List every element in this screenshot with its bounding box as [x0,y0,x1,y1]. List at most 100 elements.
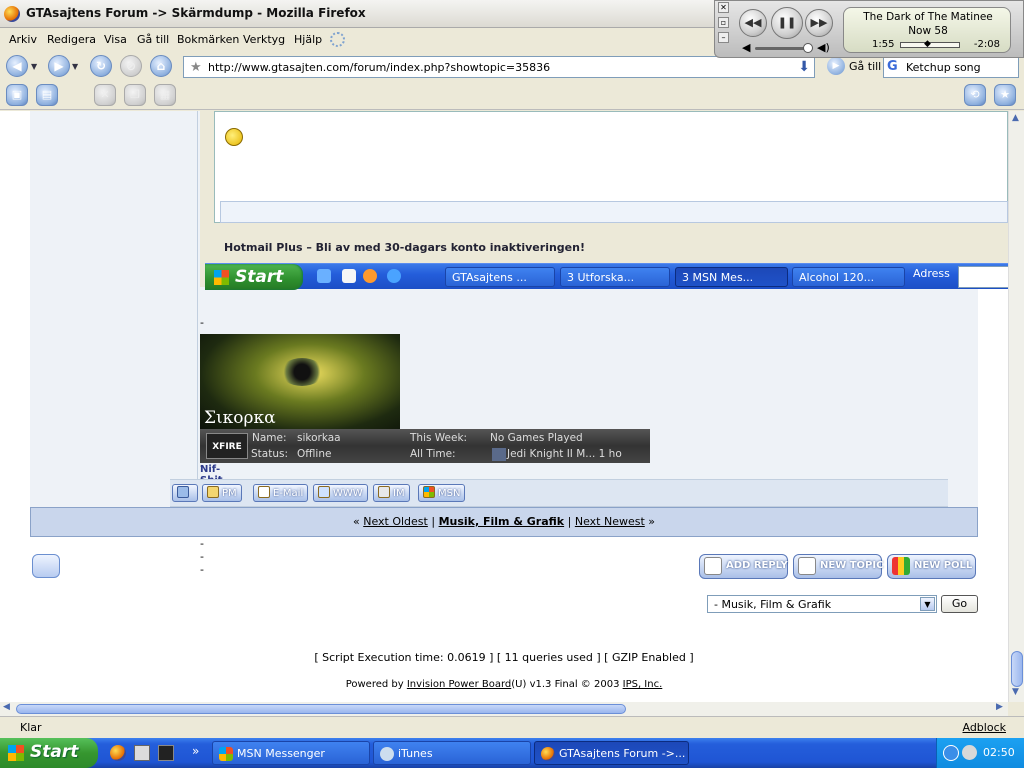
task-firefox[interactable]: GTAsajtens Forum ->... [534,741,689,765]
song-title: The Dark of The Matinee [863,11,993,23]
menu-redigera[interactable]: Redigera [47,33,96,46]
volume-slider[interactable] [755,47,809,50]
email-button[interactable]: E-Mail [253,484,309,502]
profile-button[interactable] [172,484,198,502]
firefox-quicklaunch-icon[interactable] [110,745,126,761]
menu-ga-till[interactable]: Gå till [137,33,169,46]
ipb-link[interactable]: Invision Power Board [407,679,511,690]
url-dropdown-icon[interactable]: ⬇ [798,59,810,75]
new-topic-button[interactable]: NEW TOPIC [793,554,883,579]
xfire-banner[interactable]: XFIRE Name: sikorkaa Status: Offline Thi… [200,429,650,463]
email-icon [258,486,270,498]
horizontal-scrollbar[interactable]: ◀ ▶ [0,702,1008,716]
copy-icon[interactable]: ❐ [124,84,146,106]
restore-icon[interactable]: ▫ [718,17,729,28]
scroll-up-icon[interactable]: ▲ [1012,113,1019,123]
add-reply-icon [704,557,722,575]
next-oldest-link[interactable]: Next Oldest [363,515,428,528]
screenshot-task: 3 MSN Mes... [675,267,788,287]
task-msn-messenger[interactable]: MSN Messenger [212,741,370,765]
pause-icon[interactable]: ❚❚ [771,7,803,39]
menu-arkiv[interactable]: Arkiv [9,33,37,46]
volume-high-icon: ◀) [817,41,830,54]
go-icon[interactable]: ▶ [827,57,845,75]
next-track-icon[interactable]: ▶▶ [805,9,833,37]
go-jump-button[interactable]: Go [941,595,978,613]
search-box[interactable]: G Ketchup song [883,56,1019,78]
vertical-scroll-thumb[interactable] [1011,651,1023,687]
menu-hjalp[interactable]: Hjälp [294,33,322,46]
horizontal-scroll-thumb[interactable] [16,704,626,714]
close-icon[interactable]: ✕ [718,2,729,13]
scroll-left-icon[interactable]: ◀ [3,702,10,712]
game-quicklaunch-icon[interactable] [158,745,174,761]
start-label: Start [30,742,79,762]
menu-verktyg[interactable]: Verktyg [243,33,285,46]
favorite-icon[interactable]: ★ [994,84,1016,106]
progress-knob[interactable]: ◆ [924,39,931,49]
forum-link[interactable]: Musik, Film & Grafik [439,515,565,528]
new-poll-button[interactable]: NEW POLL [887,554,976,579]
bookmark-star-icon[interactable]: ★ [190,60,202,75]
sync-icon[interactable]: ⟲ [964,84,986,106]
task-label: MSN Messenger [237,747,325,760]
add-reply-button[interactable]: ADD REPLY [699,554,788,579]
window-title: GTAsajtens Forum -> Skärmdump - Mozilla … [26,6,366,20]
menu-bokmarken[interactable]: Bokmärken [177,33,239,46]
task-itunes[interactable]: iTunes [373,741,531,765]
www-label: WWW [333,488,363,499]
start-button[interactable]: Start [0,738,98,768]
next-newest-link[interactable]: Next Newest [575,515,645,528]
url-bar[interactable]: ★ http://www.gtasajten.com/forum/index.p… [183,56,815,78]
search-input[interactable]: Ketchup song [906,61,981,74]
volume-knob[interactable] [803,43,813,53]
ips-link[interactable]: IPS, Inc. [623,679,663,690]
go-label[interactable]: Gå till [849,60,881,73]
www-button[interactable]: WWW [313,484,368,502]
remaining-time: -2:08 [973,39,1000,50]
app-quicklaunch-icon[interactable] [134,745,150,761]
post-screenshot-image: Hotmail Plus – Bli av med 30-dagars kont… [200,111,1008,290]
back-icon[interactable]: ◀ [6,55,28,77]
pm-button[interactable]: PM [202,484,242,502]
pm-label: PM [222,488,237,499]
new-window-icon[interactable]: ▣ [6,84,28,106]
new-poll-label: NEW POLL [914,560,973,571]
nav-separator: | [567,515,572,528]
forum-jump-select[interactable]: - Musik, Film & Grafik ▼ [707,595,937,613]
scroll-down-icon[interactable]: ▼ [1012,687,1019,697]
im-button[interactable]: IM [373,484,410,502]
minimize-icon[interactable]: – [718,32,729,43]
im-icon [378,486,390,498]
reload-icon[interactable]: ↻ [90,55,112,77]
tray-expand-icon[interactable] [943,745,959,761]
cut-icon[interactable]: ✕ [94,84,116,106]
back-dropdown-icon[interactable]: ▼ [31,62,37,71]
screenshot-taskbar: Start GTAsajtens ... 3 Utforska... 3 MSN… [205,263,1008,290]
chevron-down-icon[interactable]: ▼ [920,597,935,611]
tray-app-icon[interactable] [962,745,977,760]
status-text: Klar [20,721,42,734]
forward-dropdown-icon[interactable]: ▼ [72,62,78,71]
game-icon [492,448,506,461]
print-topic-icon[interactable] [32,554,60,578]
url-text[interactable]: http://www.gtasajten.com/forum/index.php… [208,61,550,74]
task-label: iTunes [398,747,433,760]
new-tab-icon[interactable]: ▤ [36,84,58,106]
forward-icon[interactable]: ▶ [48,55,70,77]
google-icon[interactable]: G [887,59,898,74]
itunes-display: The Dark of The Matinee Now 58 1:55 ◆ -2… [843,7,1011,53]
paste-icon[interactable]: ▦ [154,84,176,106]
home-icon[interactable]: ⌂ [150,55,172,77]
clock: 02:50 [983,746,1015,759]
quicklaunch-more-icon[interactable]: » [192,744,199,758]
adblock-link[interactable]: Adblock [962,721,1006,734]
previous-track-icon[interactable]: ◀◀ [739,9,767,37]
msn-label: MSN [438,488,461,499]
signature-image: Σικορκα [200,334,400,432]
stop-icon[interactable]: ⊘ [120,55,142,77]
scroll-right-icon[interactable]: ▶ [996,702,1003,712]
vertical-scrollbar[interactable]: ▲ ▼ [1008,111,1024,702]
msn-button[interactable]: MSN [418,484,466,502]
menu-visa[interactable]: Visa [104,33,127,46]
